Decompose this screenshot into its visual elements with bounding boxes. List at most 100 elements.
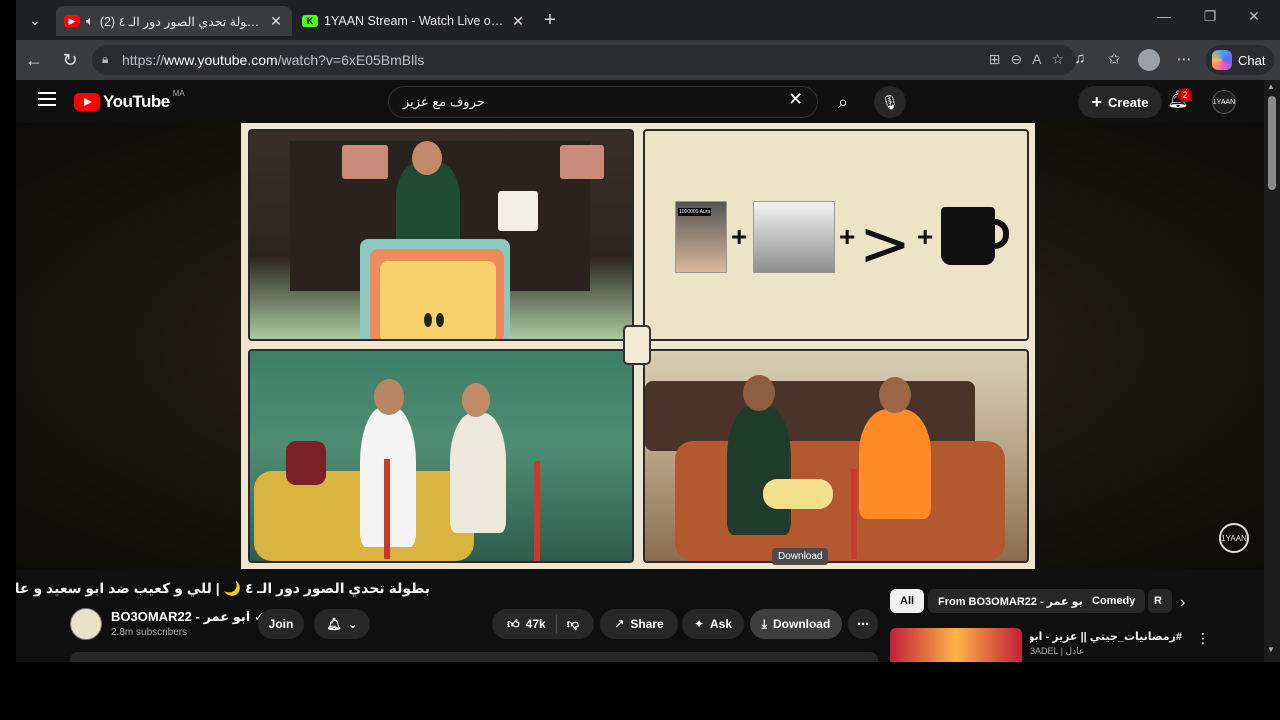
puzzle-mug <box>941 207 995 265</box>
chevron-down-icon: ⌄ <box>347 617 358 631</box>
back-button[interactable]: ← <box>20 48 48 72</box>
apps-icon[interactable]: ⊞ <box>989 51 1001 68</box>
thumbs-down-icon[interactable]: 👎︎ <box>567 617 579 632</box>
plus-sign: + <box>917 221 934 252</box>
video-panel-studio <box>248 129 634 341</box>
plus-sign: + <box>839 221 856 252</box>
puzzle-photo-shower <box>753 201 835 273</box>
video-panel-guests-right <box>643 349 1029 563</box>
scroll-down-icon[interactable]: ▼ <box>1267 645 1275 654</box>
tab-title: 1YAAN Stream - Watch Live on Kick <box>324 14 506 28</box>
tab-strip: ⌄ ▶ 🔈︎ (2) بطولة تحدي الصور دور الـ ٤ | … <box>16 0 1280 40</box>
join-button[interactable]: Join <box>258 609 304 639</box>
like-button[interactable]: 👍︎ 47k <box>507 617 546 632</box>
search-button[interactable]: ⌕ <box>822 86 864 118</box>
chevron-right-icon[interactable]: › <box>1180 594 1185 612</box>
country-code: MA <box>172 88 185 98</box>
close-icon[interactable]: ✕ <box>510 13 526 30</box>
profile-avatar[interactable] <box>1138 49 1160 71</box>
address-bar-icons: ⊞ ⊖ A ☆ <box>989 51 1064 68</box>
more-menu-icon[interactable]: ⋯ <box>1172 50 1196 68</box>
browser-window: ⌄ ▶ 🔈︎ (2) بطولة تحدي الصور دور الـ ٤ | … <box>16 0 1280 662</box>
mug-handle <box>989 219 1009 249</box>
copilot-button[interactable]: Chat <box>1206 45 1274 75</box>
channel-watermark[interactable]: 1YAAN <box>1219 523 1249 553</box>
download-button[interactable]: ⤓ Download <box>750 609 842 639</box>
chevron-down-icon: ⌄ <box>29 11 41 28</box>
voice-search-button[interactable]: 🎙︎ <box>874 86 906 118</box>
subscriber-count: 2.8m subscribers <box>111 627 188 638</box>
ask-button[interactable]: ✦ Ask <box>682 609 744 639</box>
download-icon: ⤓ <box>761 616 767 631</box>
favorite-star-icon[interactable]: ☆ <box>1051 51 1064 68</box>
chip-all[interactable]: All <box>890 589 925 613</box>
recommended-title[interactable]: #رمضانيات_جيتي || عزيز - ابو عبير 🌙 <box>1030 630 1182 643</box>
chip-overflow[interactable]: R <box>1148 589 1172 613</box>
account-avatar[interactable]: 1YAAN <box>1212 90 1236 114</box>
like-dislike-group: 👍︎ 47k 👎︎ <box>492 609 594 639</box>
share-icon: ↗ <box>614 617 625 631</box>
scroll-up-icon[interactable]: ▲ <box>1267 82 1275 91</box>
video-frame[interactable]: 1000000 Aura + + > + <box>241 123 1035 569</box>
lock-icon[interactable]: 🔒︎ <box>102 52 108 67</box>
more-vert-icon[interactable]: ⋮ <box>1196 630 1210 647</box>
new-tab-button[interactable]: + <box>536 6 564 34</box>
reload-button[interactable]: ↻ <box>56 48 84 72</box>
speaker-icon[interactable]: 🔈︎ <box>86 13 94 29</box>
chip-comedy[interactable]: Comedy <box>1082 589 1146 613</box>
sparkle-icon: ✦ <box>693 617 705 631</box>
page-scrollbar[interactable]: ▲ ▼ <box>1264 80 1280 662</box>
recommended-channel[interactable]: 3ADEL | عادل <box>1030 646 1084 657</box>
channel-name[interactable]: BO3OMAR22 - ابو عمر ✓ <box>111 609 265 625</box>
hamburger-menu-icon[interactable] <box>38 92 56 106</box>
bottom-margin <box>0 662 1280 720</box>
bell-icon: 🔔︎ <box>326 617 342 631</box>
close-window-button[interactable]: ✕ <box>1232 8 1276 25</box>
thumbs-up-icon: 👍︎ <box>507 616 520 631</box>
tab-search-button[interactable]: ⌄ <box>20 6 50 34</box>
more-actions-button[interactable]: ⋯ <box>848 609 878 639</box>
search-icon: ⌕ <box>837 91 849 112</box>
url-host: www.youtube.com <box>164 52 278 68</box>
create-button[interactable]: + Create <box>1078 86 1162 118</box>
read-aloud-icon[interactable]: A <box>1032 51 1041 68</box>
url-prefix: https:// <box>122 52 165 68</box>
chip-from-channel[interactable]: From BO3OMAR22 - ابو عمر <box>928 589 1097 613</box>
subscribed-bell-button[interactable]: 🔔︎ ⌄ <box>314 609 370 639</box>
notification-badge: 2 <box>1178 88 1192 102</box>
join-label: Join <box>268 617 294 631</box>
plus-sign: + <box>731 221 748 252</box>
recommended-thumbnail[interactable] <box>890 628 1022 662</box>
video-panel-guests-left <box>248 349 634 563</box>
left-margin <box>0 0 16 662</box>
tab-youtube[interactable]: ▶ 🔈︎ (2) بطولة تحدي الصور دور الـ ٤ | ✕ <box>56 6 292 36</box>
plus-icon: + <box>1091 91 1103 112</box>
download-tooltip: Download <box>772 548 829 565</box>
url-path: /watch?v=6xE05BmBlls <box>277 52 425 68</box>
youtube-header: YouTube MA حروف مع عزيز ✕ ⌕ 🎙︎ + Create … <box>16 80 1264 124</box>
youtube-icon: ▶ <box>64 15 80 27</box>
tab-kick[interactable]: K 1YAAN Stream - Watch Live on Kick ✕ <box>294 6 534 36</box>
puzzle-photo-person: 1000000 Aura <box>675 201 727 273</box>
address-bar[interactable]: 🔒︎ https://www.youtube.com/watch?v=6xE05… <box>92 45 1076 75</box>
search-input[interactable]: حروف مع عزيز <box>388 86 818 118</box>
extensions-icon[interactable]: ♫ <box>1068 50 1092 67</box>
channel-avatar[interactable] <box>70 608 102 640</box>
video-player[interactable]: 1000000 Aura + + > + 1YAAN <box>16 123 1264 569</box>
like-count: 47k <box>525 617 546 631</box>
mascot-sticker <box>623 325 651 365</box>
close-icon[interactable]: ✕ <box>268 13 284 30</box>
share-label: Share <box>630 617 664 631</box>
clear-search-icon[interactable]: ✕ <box>788 89 803 110</box>
favorites-icon[interactable]: ✩ <box>1102 50 1126 68</box>
scroll-thumb[interactable] <box>1268 96 1276 190</box>
search-query: حروف مع عزيز <box>403 94 485 109</box>
share-button[interactable]: ↗ Share <box>600 609 678 639</box>
microphone-icon: 🎙︎ <box>881 93 899 110</box>
download-label: Download <box>772 617 831 631</box>
copilot-icon <box>1212 50 1232 70</box>
youtube-logo[interactable]: YouTube MA <box>74 88 185 112</box>
minimize-button[interactable]: — <box>1142 8 1186 24</box>
restore-button[interactable]: ❐ <box>1188 8 1232 25</box>
zoom-icon[interactable]: ⊖ <box>1010 51 1022 68</box>
